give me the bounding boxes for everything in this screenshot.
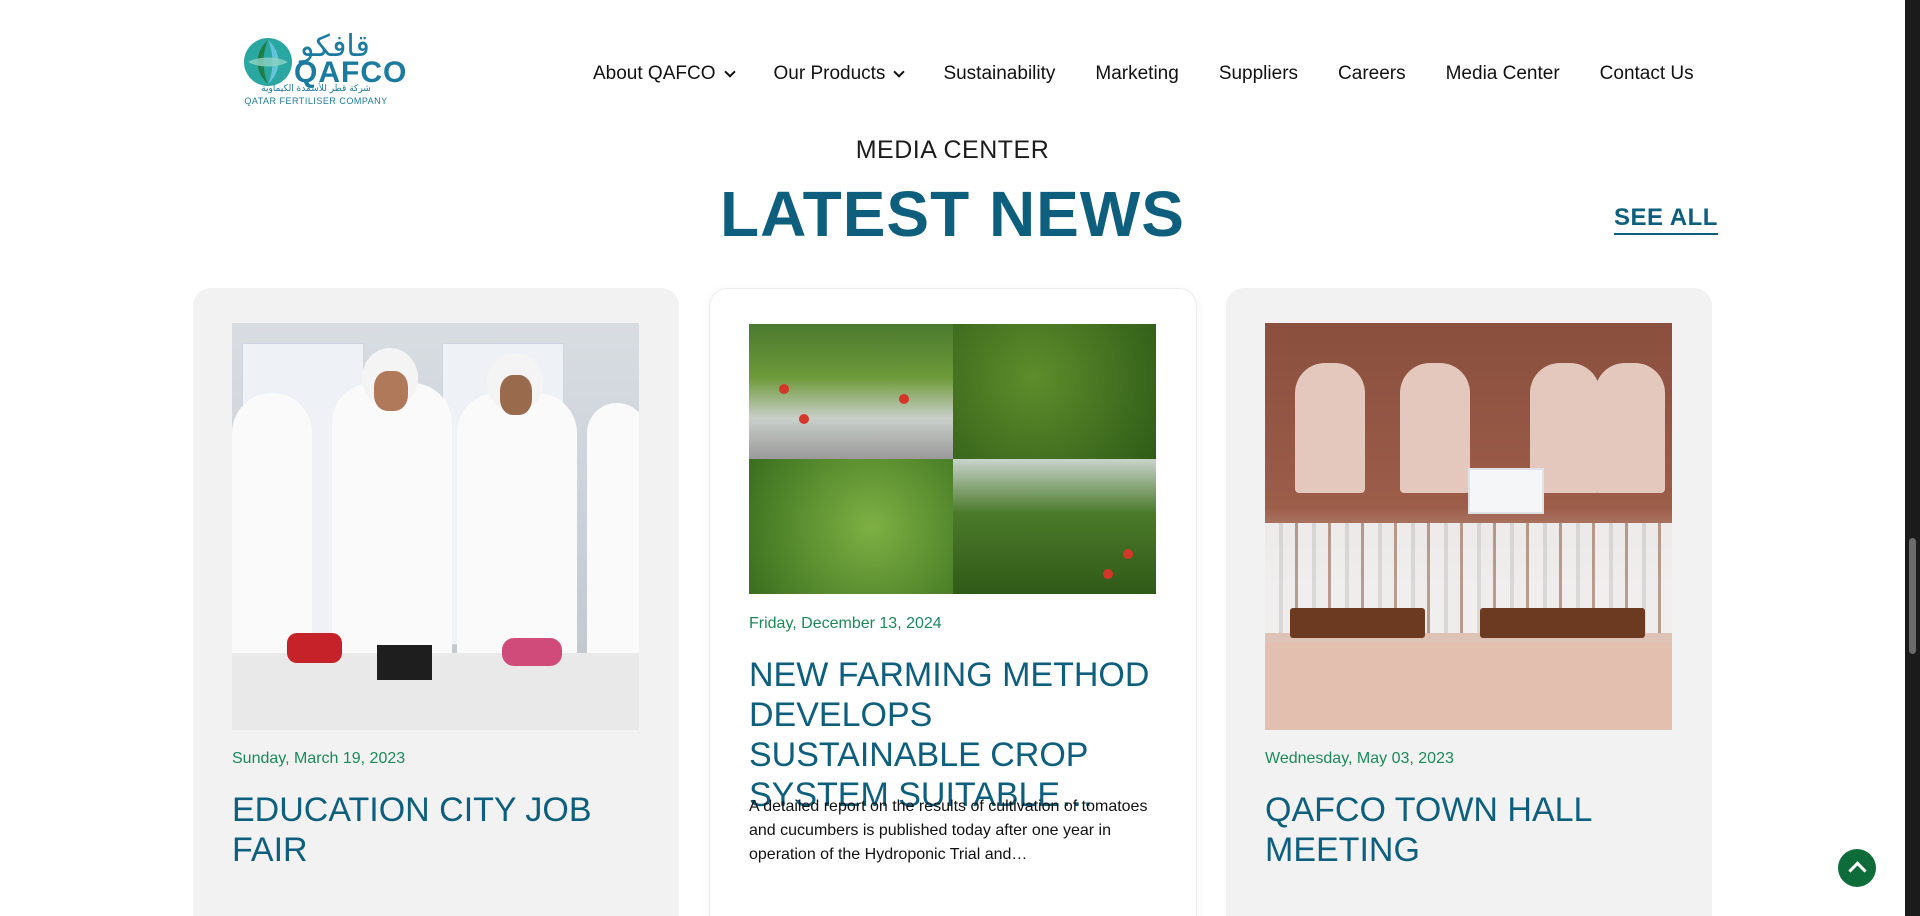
news-excerpt: A detailed report on the results of cult…: [749, 798, 1148, 863]
nav-item-sustainability[interactable]: Sustainability: [943, 62, 1055, 86]
news-card[interactable]: Wednesday, May 03, 2023 QAFCO TOWN HALL …: [1226, 288, 1712, 916]
nav-item-about-qafco[interactable]: About QAFCO: [593, 62, 736, 86]
nav-item-suppliers[interactable]: Suppliers: [1219, 62, 1298, 86]
nav-item-label: Media Center: [1445, 63, 1560, 84]
coffee-table: [1290, 608, 1425, 638]
scrollbar-thumb[interactable]: [1909, 538, 1916, 654]
chevron-down-icon: [723, 66, 736, 78]
nav-item-label: Careers: [1338, 63, 1406, 84]
coffee-table: [1480, 608, 1645, 638]
table-shape: [232, 653, 639, 730]
tissue-box: [377, 645, 432, 680]
nav-item-label: Marketing: [1095, 63, 1179, 84]
flower-arrangement: [287, 633, 342, 663]
greenhouse-photo: [749, 324, 953, 459]
decor-panel: [1400, 363, 1470, 493]
logo-english-subtitle: QATAR FERTILISER COMPANY: [244, 96, 388, 106]
nav-item-label: Contact Us: [1599, 63, 1694, 84]
person-figure: [232, 393, 312, 663]
nav-item-media-center[interactable]: Media Center: [1446, 62, 1560, 86]
greenhouse-photo: [952, 459, 1156, 594]
person-figure: [457, 393, 577, 663]
news-date: Friday, December 13, 2024: [749, 615, 942, 632]
decor-panel: [1295, 363, 1365, 493]
nav-item-our-products[interactable]: Our Products: [773, 62, 906, 86]
greenhouse-photo: [749, 459, 953, 594]
greenhouse-photo: [952, 324, 1156, 459]
news-date: Sunday, March 19, 2023: [232, 750, 406, 767]
back-to-top-button[interactable]: [1838, 849, 1876, 887]
nav-item-label: Our Products: [773, 63, 886, 84]
site-header: قافكو QAFCO شركة قطر للأسمدة الكيماوية Q…: [0, 0, 1905, 130]
news-image-farming[interactable]: [749, 324, 1156, 594]
news-card[interactable]: Sunday, March 19, 2023 EDUCATION CITY JO…: [193, 288, 679, 916]
news-image-town-hall[interactable]: [1265, 323, 1672, 730]
face-shape: [374, 371, 408, 411]
nav-item-label: Sustainability: [943, 63, 1056, 84]
see-all-link[interactable]: SEE ALL: [1614, 204, 1718, 235]
chevron-up-icon: [1848, 861, 1867, 880]
nav-item-label: Suppliers: [1218, 63, 1299, 84]
presentation-screen: [1468, 468, 1544, 514]
page-scrollbar[interactable]: [1905, 0, 1920, 916]
leaf-logo-icon: [244, 38, 292, 86]
news-date: Wednesday, May 03, 2023: [1265, 750, 1454, 767]
news-title[interactable]: QAFCO TOWN HALL MEETING: [1265, 790, 1675, 870]
news-card[interactable]: Friday, December 13, 2024 NEW FARMING ME…: [709, 288, 1197, 916]
news-title[interactable]: EDUCATION CITY JOB FAIR: [232, 790, 642, 870]
news-image-job-fair[interactable]: [232, 323, 639, 730]
scrollbar-track: [1905, 0, 1920, 916]
main-nav: About QAFCO Our Products Sustainability …: [593, 62, 1694, 86]
nav-item-marketing[interactable]: Marketing: [1095, 62, 1178, 86]
person-figure: [587, 403, 639, 663]
logo-arabic-subtitle: شركة قطر للأسمدة الكيماوية: [261, 84, 371, 94]
qafco-logo[interactable]: قافكو QAFCO شركة قطر للأسمدة الكيماوية Q…: [240, 30, 406, 106]
news-title[interactable]: NEW FARMING METHOD DEVELOPS SUSTAINABLE …: [749, 655, 1159, 815]
page: قافكو QAFCO شركة قطر للأسمدة الكيماوية Q…: [0, 0, 1905, 916]
nav-item-label: About QAFCO: [593, 63, 716, 84]
nav-item-contact-us[interactable]: Contact Us: [1600, 62, 1694, 86]
flower-arrangement: [502, 638, 562, 666]
person-figure: [332, 383, 452, 663]
section-eyebrow: MEDIA CENTER: [855, 136, 1050, 164]
carpet-floor: [1265, 643, 1672, 730]
decor-panel: [1595, 363, 1665, 493]
nav-item-careers[interactable]: Careers: [1338, 62, 1406, 86]
face-shape: [500, 375, 532, 415]
chevron-down-icon: [893, 66, 906, 78]
